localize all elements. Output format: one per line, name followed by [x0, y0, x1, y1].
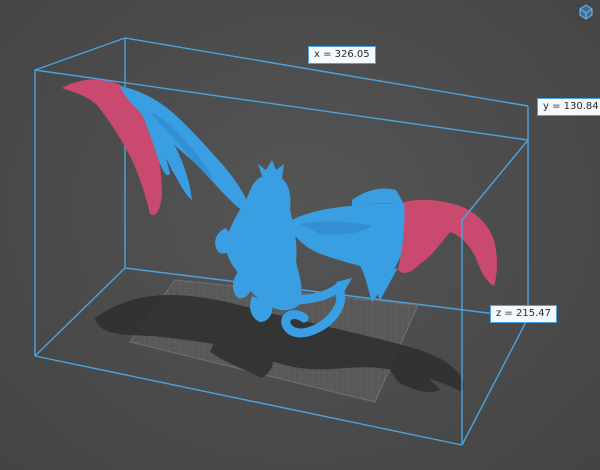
3d-viewport[interactable]: x = 326.05 y = 130.84 z = 215.47	[0, 0, 600, 470]
right-wing	[288, 203, 415, 302]
right-wing-overhang	[398, 199, 497, 286]
dragon-model[interactable]	[62, 79, 497, 338]
dimension-z-label: z = 215.47	[490, 305, 557, 323]
dimension-x-label: x = 326.05	[308, 46, 376, 64]
dimension-y-label: y = 130.84	[537, 98, 600, 116]
scene-canvas[interactable]	[0, 0, 600, 470]
view-orientation-icon[interactable]	[578, 4, 594, 20]
